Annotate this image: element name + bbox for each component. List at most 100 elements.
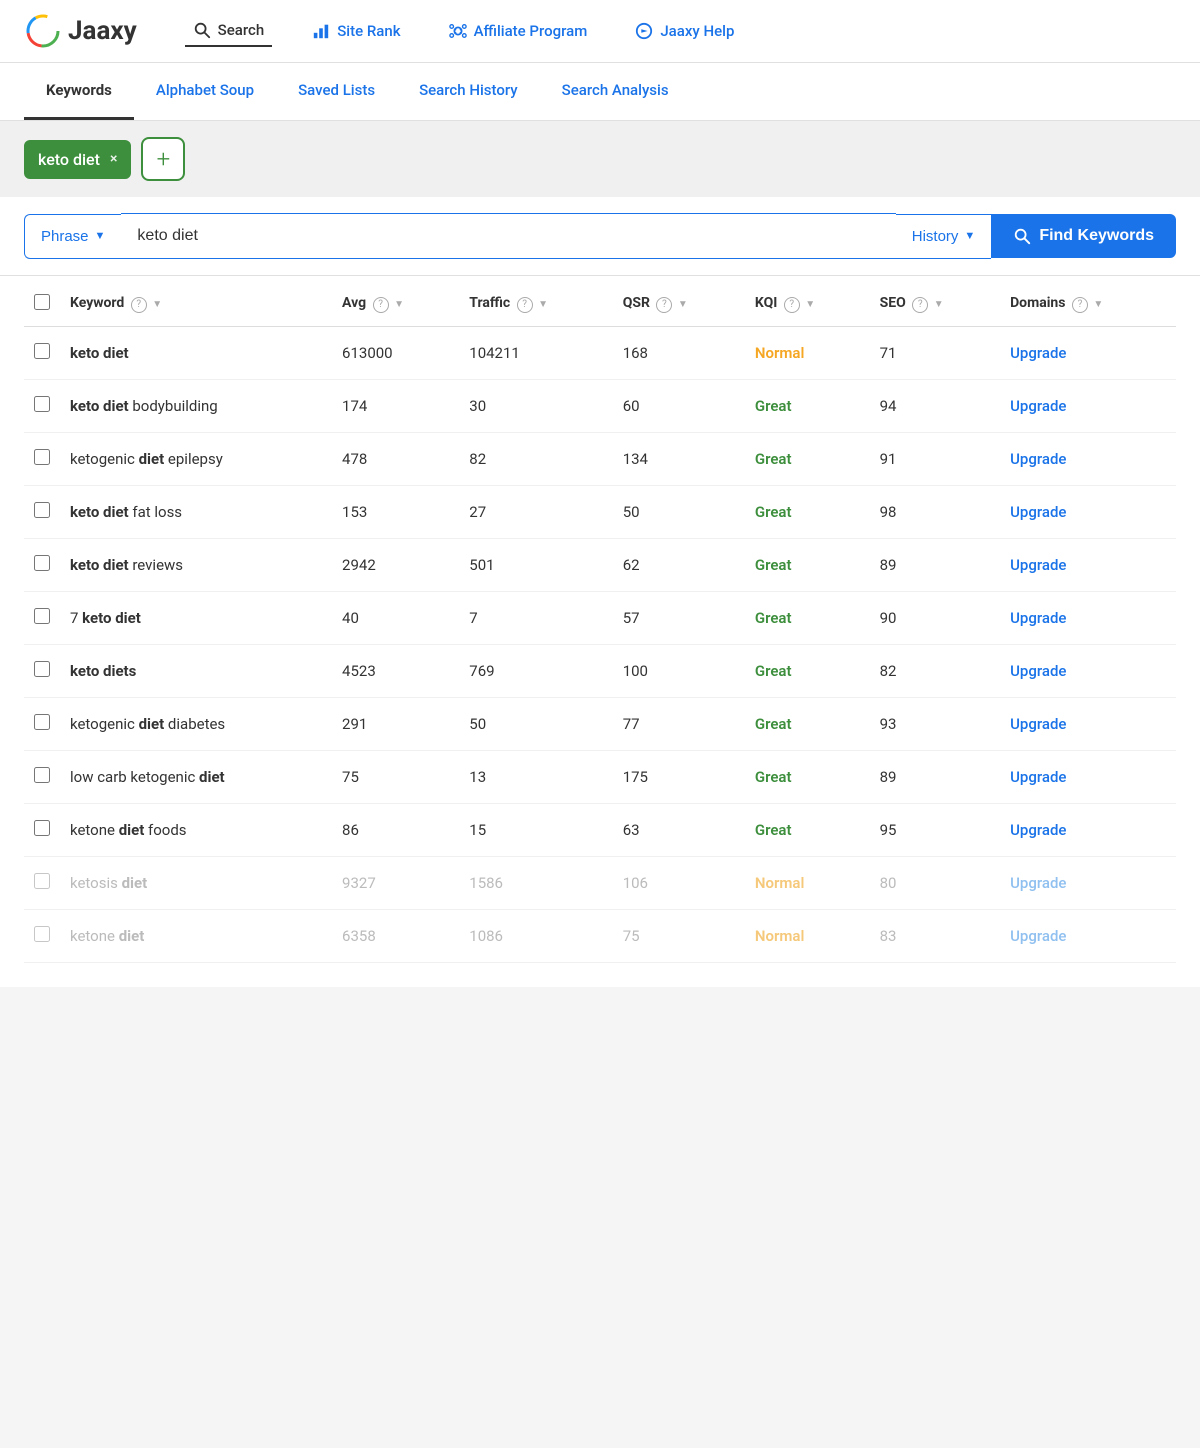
header: Jaaxy Search Site Rank Affiliate Progra xyxy=(0,0,1200,63)
table-row: ketogenic diet epilepsy47882134Great91Up… xyxy=(24,433,1176,486)
table-row: ketone diet6358108675Normal83Upgrade xyxy=(24,910,1176,963)
qsr-cell: 62 xyxy=(613,539,745,592)
row-select-cell xyxy=(24,645,60,698)
row-checkbox[interactable] xyxy=(34,502,50,518)
row-checkbox[interactable] xyxy=(34,449,50,465)
upgrade-link[interactable]: Upgrade xyxy=(1010,397,1066,415)
row-checkbox[interactable] xyxy=(34,608,50,624)
site-rank-icon xyxy=(312,22,330,40)
kqi-cell: Normal xyxy=(745,327,870,380)
upgrade-link[interactable]: Upgrade xyxy=(1010,715,1066,733)
seo-cell: 80 xyxy=(870,857,1000,910)
domains-cell: Upgrade xyxy=(1000,486,1176,539)
traffic-cell: 30 xyxy=(459,380,612,433)
select-all-header xyxy=(24,276,60,327)
qsr-sort-icon[interactable]: ▼ xyxy=(678,299,688,310)
row-select-cell xyxy=(24,380,60,433)
tab-search-history[interactable]: Search History xyxy=(397,63,540,120)
keyword-cell: 7 keto diet xyxy=(60,592,332,645)
row-checkbox[interactable] xyxy=(34,767,50,783)
avg-help-icon[interactable]: ? xyxy=(373,297,389,313)
nav-affiliate-program[interactable]: Affiliate Program xyxy=(441,16,596,46)
traffic-sort-icon[interactable]: ▼ xyxy=(538,299,548,310)
traffic-help-icon[interactable]: ? xyxy=(517,297,533,313)
upgrade-link[interactable]: Upgrade xyxy=(1010,503,1066,521)
domains-cell: Upgrade xyxy=(1000,910,1176,963)
table-row: keto diet fat loss1532750Great98Upgrade xyxy=(24,486,1176,539)
keyword-tag: keto diet × xyxy=(24,140,131,179)
row-checkbox[interactable] xyxy=(34,343,50,359)
kqi-cell: Great xyxy=(745,751,870,804)
logo-icon xyxy=(24,12,62,50)
seo-help-icon[interactable]: ? xyxy=(912,297,928,313)
kqi-cell: Normal xyxy=(745,910,870,963)
nav-jaaxy-help[interactable]: Jaaxy Help xyxy=(627,16,742,46)
upgrade-link[interactable]: Upgrade xyxy=(1010,344,1066,362)
row-select-cell xyxy=(24,433,60,486)
upgrade-link[interactable]: Upgrade xyxy=(1010,874,1066,892)
nav-site-rank[interactable]: Site Rank xyxy=(304,16,408,46)
keyword-sort-icon[interactable]: ▼ xyxy=(152,299,162,310)
row-checkbox[interactable] xyxy=(34,873,50,889)
kqi-column-header: KQI ? ▼ xyxy=(745,276,870,327)
logo-text: Jaaxy xyxy=(68,16,137,46)
nav-search[interactable]: Search xyxy=(185,15,273,47)
upgrade-link[interactable]: Upgrade xyxy=(1010,450,1066,468)
row-checkbox[interactable] xyxy=(34,661,50,677)
qsr-help-icon[interactable]: ? xyxy=(656,297,672,313)
tab-alphabet-soup[interactable]: Alphabet Soup xyxy=(134,63,276,120)
row-checkbox[interactable] xyxy=(34,555,50,571)
seo-cell: 71 xyxy=(870,327,1000,380)
tag-label: keto diet xyxy=(38,150,100,169)
upgrade-link[interactable]: Upgrade xyxy=(1010,609,1066,627)
domains-cell: Upgrade xyxy=(1000,804,1176,857)
logo[interactable]: Jaaxy xyxy=(24,12,137,50)
keyword-cell: ketogenic diet diabetes xyxy=(60,698,332,751)
domains-cell: Upgrade xyxy=(1000,433,1176,486)
table-row: 7 keto diet40757Great90Upgrade xyxy=(24,592,1176,645)
tab-search-analysis[interactable]: Search Analysis xyxy=(540,63,691,120)
tab-keywords[interactable]: Keywords xyxy=(24,63,134,120)
qsr-cell: 50 xyxy=(613,486,745,539)
row-checkbox[interactable] xyxy=(34,714,50,730)
qsr-cell: 168 xyxy=(613,327,745,380)
tab-saved-lists[interactable]: Saved Lists xyxy=(276,63,397,120)
qsr-cell: 134 xyxy=(613,433,745,486)
kqi-sort-icon[interactable]: ▼ xyxy=(805,299,815,310)
traffic-cell: 13 xyxy=(459,751,612,804)
seo-cell: 98 xyxy=(870,486,1000,539)
row-select-cell xyxy=(24,857,60,910)
row-select-cell xyxy=(24,910,60,963)
keyword-column-header: Keyword ? ▼ xyxy=(60,276,332,327)
seo-sort-icon[interactable]: ▼ xyxy=(934,299,944,310)
row-checkbox[interactable] xyxy=(34,926,50,942)
phrase-dropdown-button[interactable]: Phrase ▼ xyxy=(24,214,121,259)
table-row: ketogenic diet diabetes2915077Great93Upg… xyxy=(24,698,1176,751)
domains-cell: Upgrade xyxy=(1000,698,1176,751)
tag-area: keto diet × + xyxy=(0,121,1200,197)
kqi-help-icon[interactable]: ? xyxy=(784,297,800,313)
row-checkbox[interactable] xyxy=(34,396,50,412)
add-keyword-button[interactable]: + xyxy=(141,137,185,181)
row-checkbox[interactable] xyxy=(34,820,50,836)
avg-sort-icon[interactable]: ▼ xyxy=(394,299,404,310)
domains-help-icon[interactable]: ? xyxy=(1072,297,1088,313)
upgrade-link[interactable]: Upgrade xyxy=(1010,927,1066,945)
history-dropdown-button[interactable]: History ▼ xyxy=(896,214,992,259)
upgrade-link[interactable]: Upgrade xyxy=(1010,768,1066,786)
keyword-search-input[interactable] xyxy=(121,213,895,259)
domains-sort-icon[interactable]: ▼ xyxy=(1093,299,1103,310)
avg-column-header: Avg ? ▼ xyxy=(332,276,459,327)
upgrade-link[interactable]: Upgrade xyxy=(1010,556,1066,574)
tag-close-button[interactable]: × xyxy=(110,151,117,167)
select-all-checkbox[interactable] xyxy=(34,294,50,310)
find-keywords-button[interactable]: Find Keywords xyxy=(991,214,1176,258)
table-row: keto diet bodybuilding1743060Great94Upgr… xyxy=(24,380,1176,433)
upgrade-link[interactable]: Upgrade xyxy=(1010,821,1066,839)
keyword-help-icon[interactable]: ? xyxy=(131,297,147,313)
seo-column-header: SEO ? ▼ xyxy=(870,276,1000,327)
table-row: keto diet613000104211168Normal71Upgrade xyxy=(24,327,1176,380)
results-table-wrap: Keyword ? ▼ Avg ? ▼ Traffic ? ▼ xyxy=(24,276,1176,963)
upgrade-link[interactable]: Upgrade xyxy=(1010,662,1066,680)
find-search-icon xyxy=(1013,227,1031,245)
